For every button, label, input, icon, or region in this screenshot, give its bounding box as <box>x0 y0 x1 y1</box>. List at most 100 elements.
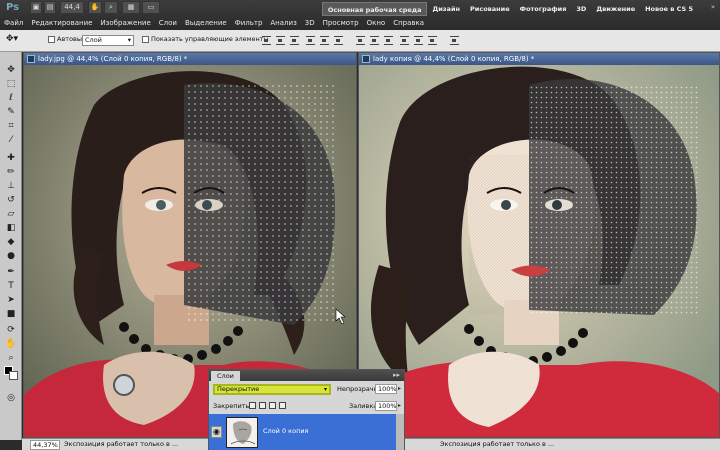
menu-analysis[interactable]: Анализ <box>266 19 300 27</box>
distribute-left-icon[interactable] <box>400 36 409 45</box>
lock-position-icon[interactable] <box>269 402 276 409</box>
quick-selection-tool-icon[interactable]: ✎ <box>5 106 17 118</box>
document-tab-copy[interactable]: lady копия @ 44,4% (Слой 0 копия, RGB/8)… <box>359 53 719 65</box>
type-tool-icon[interactable]: T <box>5 280 17 292</box>
distribute-right-icon[interactable] <box>428 36 437 45</box>
bridge-icon[interactable]: ▣ <box>30 1 42 14</box>
menu-help[interactable]: Справка <box>389 19 428 27</box>
distribute-top-icon[interactable] <box>356 36 365 45</box>
move-tool-preset-icon[interactable]: ✥▾ <box>6 34 18 44</box>
screen-mode-icon[interactable]: ▭ <box>142 1 160 14</box>
zoom-level-select[interactable]: 44,4 <box>60 1 84 14</box>
history-brush-tool-icon[interactable]: ↺ <box>5 194 17 206</box>
eyedropper-tool-icon[interactable]: ⁄ <box>5 134 17 146</box>
layer-thumbnail <box>226 417 258 448</box>
menu-window[interactable]: Окно <box>363 19 390 27</box>
blur-tool-icon[interactable]: ◆ <box>5 236 17 248</box>
mini-bridge-icon[interactable]: ▤ <box>44 1 56 14</box>
eraser-tool-icon[interactable]: ▱ <box>5 208 17 220</box>
lock-all-icon[interactable] <box>279 402 286 409</box>
align-top-icon[interactable] <box>262 36 271 45</box>
workspace-3d[interactable]: 3D <box>571 2 591 16</box>
layers-panel-header: Слои ▸▸ <box>209 370 404 381</box>
lock-label: Закрепить: <box>213 402 252 410</box>
fill-field[interactable]: 100% <box>375 401 397 411</box>
hand-tool-icon[interactable]: ✋ <box>5 338 17 350</box>
workspace-photography[interactable]: Фотография <box>515 2 572 16</box>
align-left-icon[interactable] <box>306 36 315 45</box>
status-info-text[interactable]: Экспозиция работает только в ... <box>64 439 178 450</box>
menu-layers[interactable]: Слои <box>155 19 181 27</box>
zoom-percentage-field[interactable]: 44,37% <box>30 440 60 450</box>
move-tool-icon[interactable]: ✥ <box>5 64 17 76</box>
menu-filter[interactable]: Фильтр <box>231 19 267 27</box>
menu-select[interactable]: Выделение <box>181 19 231 27</box>
application-bar: Ps ▣ ▤ 44,4 ✋ ⌕ ▦ ▭ Файл Редактирование … <box>0 0 720 30</box>
chevron-down-icon: ▾ <box>323 386 327 393</box>
crop-tool-icon[interactable]: ⌗ <box>5 120 17 132</box>
document-title: lady.jpg @ 44,4% (Слой 0 копия, RGB/8) * <box>38 55 188 63</box>
document-icon <box>362 55 370 63</box>
hand-view-icon[interactable]: ✋ <box>88 1 102 14</box>
workspace-new-in-cs5[interactable]: Новое в CS 5 <box>640 2 698 16</box>
pen-tool-icon[interactable]: ✒ <box>5 266 17 278</box>
distribute-center-icon[interactable] <box>370 36 379 45</box>
photoshop-logo: Ps <box>6 2 20 13</box>
menu-file[interactable]: Файл <box>0 19 27 27</box>
layer-name[interactable]: Слой 0 копия <box>263 427 308 435</box>
lasso-tool-icon[interactable]: ℓ <box>5 92 17 104</box>
zoom-view-icon[interactable]: ⌕ <box>104 1 118 14</box>
align-vertical-center-icon[interactable] <box>276 36 285 45</box>
workspace-painting[interactable]: Рисование <box>465 2 515 16</box>
autoselect-target-select[interactable]: Слой ▾ <box>82 35 134 46</box>
dodge-tool-icon[interactable]: ● <box>5 250 17 262</box>
opacity-field[interactable]: 100% <box>375 384 397 394</box>
menu-image[interactable]: Изображение <box>96 19 154 27</box>
distribute-hcenter-icon[interactable] <box>414 36 423 45</box>
opacity-slider-arrow-icon[interactable]: ▸ <box>398 385 403 393</box>
layer-visibility-eye-icon[interactable]: ◉ <box>211 426 222 438</box>
menu-3d[interactable]: 3D <box>301 19 319 27</box>
quick-mask-icon[interactable]: ◎ <box>5 392 17 404</box>
show-controls-label: Показать управляющие элементы <box>151 35 269 43</box>
zoom-tool-icon[interactable]: ⌕ <box>5 352 17 364</box>
shape-tool-icon[interactable]: ■ <box>5 308 17 320</box>
path-selection-tool-icon[interactable]: ➤ <box>5 294 17 306</box>
layers-tab[interactable]: Слои <box>211 371 240 381</box>
panel-collapse-icon[interactable]: ▸▸ <box>393 371 400 379</box>
menu-view[interactable]: Просмотр <box>319 19 363 27</box>
lock-image-pixels-icon[interactable] <box>259 402 266 409</box>
workspace-essentials[interactable]: Основная рабочая среда <box>321 2 428 16</box>
blend-mode-select[interactable]: Перекрытие ▾ <box>213 384 331 395</box>
align-right-icon[interactable] <box>334 36 343 45</box>
fill-slider-arrow-icon[interactable]: ▸ <box>398 402 403 410</box>
checkbox-icon <box>48 35 55 43</box>
align-bottom-icon[interactable] <box>290 36 299 45</box>
layer-thumbnail-image <box>227 418 257 447</box>
document-tab-original[interactable]: lady.jpg @ 44,4% (Слой 0 копия, RGB/8) * <box>24 53 356 65</box>
healing-brush-tool-icon[interactable]: ✚ <box>5 152 17 164</box>
photo-canvas-copy[interactable] <box>359 65 719 437</box>
lock-transparent-pixels-icon[interactable] <box>249 402 256 409</box>
workspace-design[interactable]: Дизайн <box>427 2 465 16</box>
status-info-text-right[interactable]: Экспозиция работает только в ... <box>440 439 554 450</box>
arrange-documents-icon[interactable]: ▦ <box>122 1 140 14</box>
distribute-bottom-icon[interactable] <box>384 36 393 45</box>
document-window-copy[interactable]: lady копия @ 44,4% (Слой 0 копия, RGB/8)… <box>358 52 720 438</box>
marquee-tool-icon[interactable]: ⬚ <box>5 78 17 90</box>
align-horizontal-center-icon[interactable] <box>320 36 329 45</box>
workspace-motion[interactable]: Движение <box>591 2 640 16</box>
more-workspaces-icon[interactable]: » <box>708 2 718 12</box>
show-transform-controls-checkbox[interactable]: Показать управляющие элементы <box>142 35 269 43</box>
background-color-swatch[interactable] <box>9 371 18 380</box>
layers-panel: Слои ▸▸ Перекрытие ▾ Непрозрачность: 100… <box>208 369 405 450</box>
3d-rotate-tool-icon[interactable]: ⟳ <box>5 324 17 336</box>
layer-row-selected[interactable]: ◉ Слой 0 копия <box>209 414 397 450</box>
portrait-photo-stylized <box>359 65 719 437</box>
gradient-tool-icon[interactable]: ◧ <box>5 222 17 234</box>
clone-stamp-tool-icon[interactable]: ⊥ <box>5 180 17 192</box>
menu-edit[interactable]: Редактирование <box>27 19 96 27</box>
auto-align-layers-icon[interactable] <box>450 36 459 45</box>
layers-scrollbar[interactable] <box>396 414 404 450</box>
brush-tool-icon[interactable]: ✏ <box>5 166 17 178</box>
